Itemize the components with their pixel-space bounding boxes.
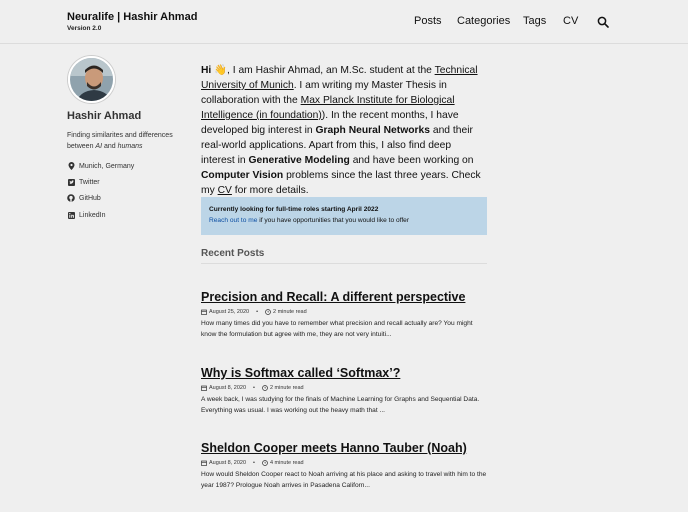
post-excerpt: A week back, I was studying for the fina… <box>201 396 480 414</box>
cv-link[interactable]: CV <box>218 185 232 196</box>
author-bio: Finding similarites and differences betw… <box>67 132 173 150</box>
site-brand-link[interactable]: Neuralife | Hashir Ahmad <box>67 11 197 23</box>
post-title[interactable]: Precision and Recall: A different perspe… <box>201 290 465 304</box>
calendar-icon <box>201 309 207 315</box>
nav-categories[interactable]: Categories <box>457 15 510 27</box>
linkedin-icon <box>67 211 75 219</box>
job-notice: Currently looking for full-time roles st… <box>201 197 487 235</box>
post-meta: August 8, 2020 • 4 minute read <box>201 460 304 466</box>
nav-posts[interactable]: Posts <box>414 15 442 27</box>
twitter-icon <box>67 178 75 186</box>
github-icon <box>67 194 75 202</box>
site-version: Version 2.0 <box>67 25 102 32</box>
post-meta: August 25, 2020 • 2 minute read <box>201 309 307 315</box>
search-icon[interactable] <box>597 15 609 28</box>
nav-cv[interactable]: CV <box>563 15 578 27</box>
clock-icon <box>262 460 268 466</box>
reach-out-link[interactable]: Reach out to me <box>209 217 257 224</box>
post-title[interactable]: Sheldon Cooper meets Hanno Tauber (Noah) <box>201 441 467 455</box>
top-navbar: Neuralife | Hashir Ahmad Version 2.0 Pos… <box>0 0 688 44</box>
twitter-link[interactable]: Twitter <box>67 178 100 186</box>
nav-tags[interactable]: Tags <box>523 15 546 27</box>
github-link[interactable]: GitHub <box>67 194 101 202</box>
post-excerpt: How would Sheldon Cooper react to Noah a… <box>201 471 487 489</box>
calendar-icon <box>201 385 207 391</box>
avatar <box>68 56 115 103</box>
cv-topic-highlight: Computer Vision <box>201 170 284 181</box>
author-name: Hashir Ahmad <box>67 110 142 122</box>
post-excerpt: How many times did you have to remember … <box>201 320 473 338</box>
genmod-highlight: Generative Modeling <box>248 155 350 166</box>
calendar-icon <box>201 460 207 466</box>
post-title[interactable]: Why is Softmax called ‘Softmax’? <box>201 366 400 380</box>
wave-emoji: 👋 <box>214 65 228 76</box>
post-meta: August 8, 2020 • 2 minute read <box>201 385 304 391</box>
clock-icon <box>265 309 271 315</box>
map-pin-icon <box>67 162 75 170</box>
clock-icon <box>262 385 268 391</box>
gnn-highlight: Graph Neural Networks <box>315 125 430 136</box>
linkedin-link[interactable]: LinkedIn <box>67 211 105 219</box>
recent-posts-heading: Recent Posts <box>201 248 487 264</box>
intro-paragraph: Hi 👋, I am Hashir Ahmad, an M.Sc. studen… <box>201 65 481 196</box>
location: Munich, Germany <box>67 162 134 170</box>
